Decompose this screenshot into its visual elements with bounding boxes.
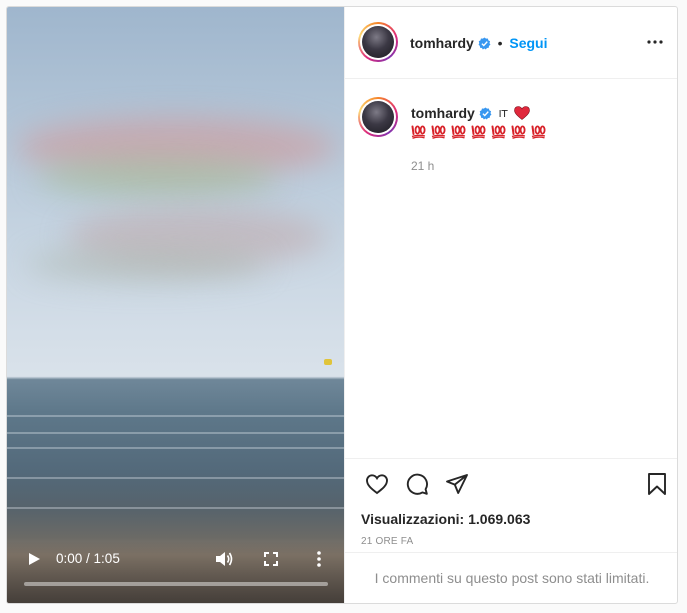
instagram-post: 0:00 / 1:05 tomhardy • Segui tomhardy IT… (6, 6, 678, 604)
video-time-separator: / (82, 551, 94, 566)
smoke-trail (27, 247, 267, 282)
avatar-image (362, 101, 394, 133)
more-vertical-icon[interactable] (316, 551, 322, 567)
caption-avatar[interactable] (358, 97, 398, 137)
header-separator: • (497, 35, 503, 51)
avatar[interactable] (358, 22, 398, 62)
hundred-points-emoji-icon (511, 125, 526, 139)
caption-user-line: tomhardy IT (411, 105, 530, 121)
views-count: 1.069.063 (468, 511, 531, 527)
views-label: Visualizzazioni: (361, 511, 465, 527)
wave (7, 415, 344, 417)
caption-flag-text: IT (498, 109, 508, 120)
post-actions: Visualizzazioni: 1.069.063 21 ORE FA (345, 458, 677, 552)
heart-icon[interactable] (365, 472, 389, 496)
header-username[interactable]: tomhardy (410, 35, 474, 51)
volume-icon[interactable] (215, 551, 233, 567)
hundred-points-emoji-icon (451, 125, 466, 139)
caption-username[interactable]: tomhardy (411, 105, 475, 121)
play-icon[interactable] (27, 552, 41, 566)
more-horizontal-icon[interactable] (646, 39, 664, 45)
video-controls: 0:00 / 1:05 (7, 541, 344, 603)
wave (7, 447, 344, 449)
views-count-line: Visualizzazioni: 1.069.063 (361, 511, 530, 527)
video-duration: 1:05 (93, 551, 120, 566)
smoke-trail (37, 157, 277, 197)
caption-time[interactable]: 21 h (411, 159, 434, 173)
caption-emoji-text (411, 125, 546, 139)
wave (7, 507, 344, 509)
header-user-line: tomhardy • Segui (410, 35, 548, 51)
fullscreen-icon[interactable] (264, 552, 278, 566)
follow-button[interactable]: Segui (509, 35, 547, 51)
video-time: 0:00 / 1:05 (56, 551, 120, 566)
wave (7, 432, 344, 434)
red-heart-emoji-icon (513, 106, 530, 120)
hundred-points-emoji-icon (471, 125, 486, 139)
comments-limited-notice: I commenti su questo post sono stati lim… (345, 552, 677, 603)
verified-badge-icon (479, 107, 492, 120)
post-video[interactable]: 0:00 / 1:05 (7, 7, 344, 603)
hundred-points-emoji-icon (431, 125, 446, 139)
comment-icon[interactable] (405, 472, 429, 496)
hundred-points-emoji-icon (491, 125, 506, 139)
hundred-points-emoji-icon (411, 125, 426, 139)
avatar-image (362, 26, 394, 58)
wave (7, 477, 344, 479)
bookmark-icon[interactable] (645, 472, 669, 496)
avatar-ring (360, 99, 396, 135)
verified-badge-icon (478, 37, 491, 50)
hundred-points-emoji-icon (531, 125, 546, 139)
post-side-panel: tomhardy • Segui tomhardy IT 21 h Visual… (344, 7, 677, 603)
video-progress-bar[interactable] (24, 582, 328, 586)
share-icon[interactable] (445, 472, 469, 496)
post-date[interactable]: 21 ORE FA (361, 536, 413, 547)
avatar-ring (360, 24, 396, 60)
post-header: tomhardy • Segui (345, 7, 677, 79)
buoy (324, 359, 332, 365)
video-current-time: 0:00 (56, 551, 83, 566)
